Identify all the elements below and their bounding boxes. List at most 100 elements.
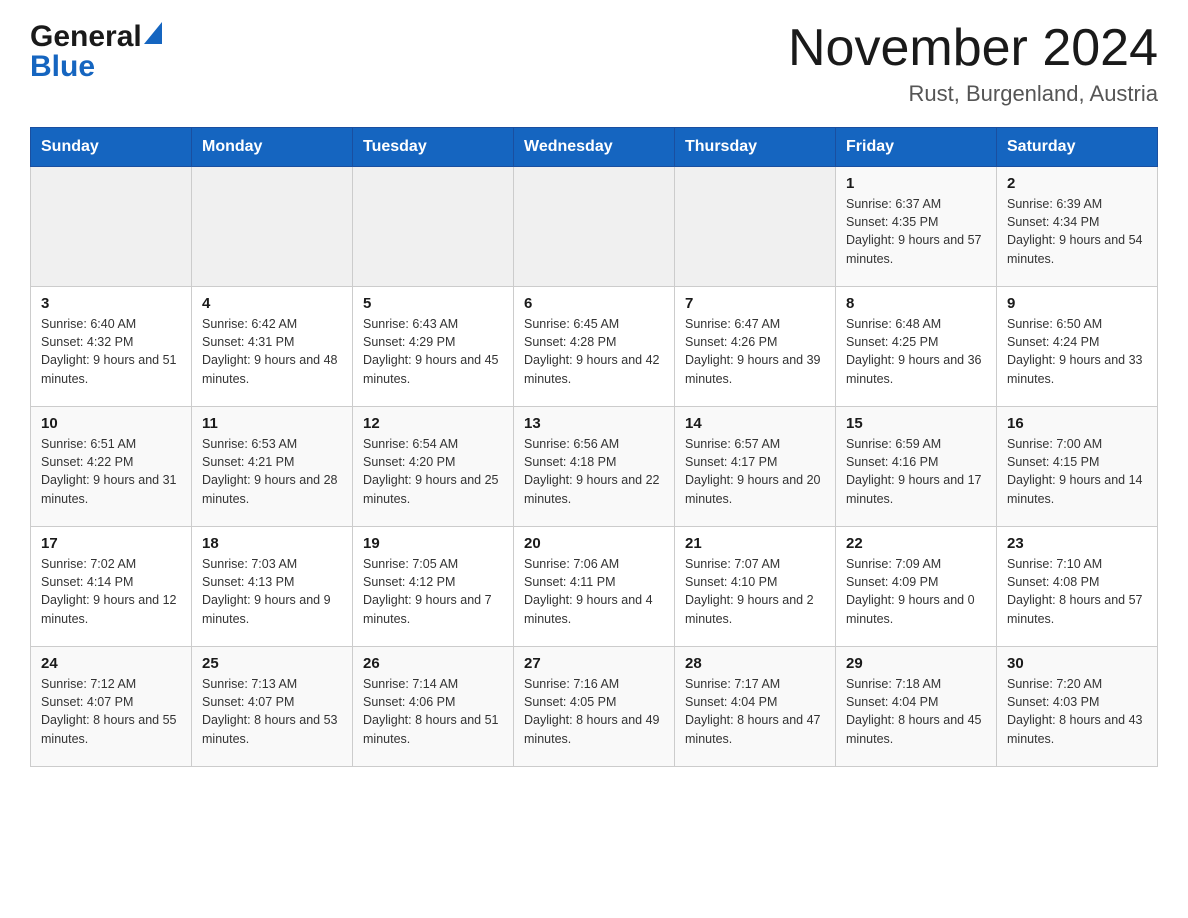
calendar-week-row: 10 Sunrise: 6:51 AM Sunset: 4:22 PM Dayli… bbox=[31, 407, 1158, 527]
header-tuesday: Tuesday bbox=[353, 128, 514, 167]
header-monday: Monday bbox=[192, 128, 353, 167]
day-number: 23 bbox=[1007, 535, 1147, 552]
day-number: 26 bbox=[363, 655, 503, 672]
day-info: Sunrise: 6:54 AM Sunset: 4:20 PM Dayligh… bbox=[363, 435, 503, 508]
day-number: 3 bbox=[41, 295, 181, 312]
day-number: 22 bbox=[846, 535, 986, 552]
day-info: Sunrise: 6:56 AM Sunset: 4:18 PM Dayligh… bbox=[524, 435, 664, 508]
day-info: Sunrise: 7:10 AM Sunset: 4:08 PM Dayligh… bbox=[1007, 555, 1147, 628]
header-wednesday: Wednesday bbox=[514, 128, 675, 167]
table-row: 24 Sunrise: 7:12 AM Sunset: 4:07 PM Dayli… bbox=[31, 647, 192, 767]
table-row: 21 Sunrise: 7:07 AM Sunset: 4:10 PM Dayli… bbox=[675, 527, 836, 647]
day-number: 29 bbox=[846, 655, 986, 672]
day-number: 28 bbox=[685, 655, 825, 672]
day-info: Sunrise: 6:40 AM Sunset: 4:32 PM Dayligh… bbox=[41, 315, 181, 388]
calendar-title: November 2024 bbox=[788, 20, 1158, 77]
day-info: Sunrise: 6:57 AM Sunset: 4:17 PM Dayligh… bbox=[685, 435, 825, 508]
day-number: 14 bbox=[685, 415, 825, 432]
table-row: 11Sunrise: 6:53 AM Sunset: 4:21 PM Dayli… bbox=[192, 407, 353, 527]
table-row: 12 Sunrise: 6:54 AM Sunset: 4:20 PM Dayli… bbox=[353, 407, 514, 527]
table-row bbox=[192, 167, 353, 287]
table-row: 29Sunrise: 7:18 AM Sunset: 4:04 PM Dayli… bbox=[836, 647, 997, 767]
logo-general-text: General bbox=[30, 20, 142, 54]
day-number: 7 bbox=[685, 295, 825, 312]
header-sunday: Sunday bbox=[31, 128, 192, 167]
table-row: 9 Sunrise: 6:50 AM Sunset: 4:24 PM Daylig… bbox=[997, 287, 1158, 407]
table-row bbox=[353, 167, 514, 287]
day-info: Sunrise: 6:42 AM Sunset: 4:31 PM Dayligh… bbox=[202, 315, 342, 388]
table-row: 7Sunrise: 6:47 AM Sunset: 4:26 PM Daylig… bbox=[675, 287, 836, 407]
day-info: Sunrise: 6:37 AM Sunset: 4:35 PM Dayligh… bbox=[846, 195, 986, 268]
table-row: 26 Sunrise: 7:14 AM Sunset: 4:06 PM Dayli… bbox=[353, 647, 514, 767]
day-info: Sunrise: 6:50 AM Sunset: 4:24 PM Dayligh… bbox=[1007, 315, 1147, 388]
day-info: Sunrise: 6:48 AM Sunset: 4:25 PM Dayligh… bbox=[846, 315, 986, 388]
table-row: 20Sunrise: 7:06 AM Sunset: 4:11 PM Dayli… bbox=[514, 527, 675, 647]
table-row: 23 Sunrise: 7:10 AM Sunset: 4:08 PM Dayli… bbox=[997, 527, 1158, 647]
table-row: 10 Sunrise: 6:51 AM Sunset: 4:22 PM Dayli… bbox=[31, 407, 192, 527]
day-number: 4 bbox=[202, 295, 342, 312]
day-info: Sunrise: 7:09 AM Sunset: 4:09 PM Dayligh… bbox=[846, 555, 986, 628]
day-info: Sunrise: 7:03 AM Sunset: 4:13 PM Dayligh… bbox=[202, 555, 342, 628]
table-row: 30 Sunrise: 7:20 AM Sunset: 4:03 PM Dayli… bbox=[997, 647, 1158, 767]
table-row: 4 Sunrise: 6:42 AM Sunset: 4:31 PM Daylig… bbox=[192, 287, 353, 407]
day-info: Sunrise: 7:20 AM Sunset: 4:03 PM Dayligh… bbox=[1007, 675, 1147, 748]
day-info: Sunrise: 6:51 AM Sunset: 4:22 PM Dayligh… bbox=[41, 435, 181, 508]
calendar-week-row: 3 Sunrise: 6:40 AM Sunset: 4:32 PM Daylig… bbox=[31, 287, 1158, 407]
day-info: Sunrise: 7:07 AM Sunset: 4:10 PM Dayligh… bbox=[685, 555, 825, 628]
table-row: 5 Sunrise: 6:43 AM Sunset: 4:29 PM Daylig… bbox=[353, 287, 514, 407]
day-number: 8 bbox=[846, 295, 986, 312]
day-info: Sunrise: 7:14 AM Sunset: 4:06 PM Dayligh… bbox=[363, 675, 503, 748]
day-info: Sunrise: 6:39 AM Sunset: 4:34 PM Dayligh… bbox=[1007, 195, 1147, 268]
table-row: 15 Sunrise: 6:59 AM Sunset: 4:16 PM Dayli… bbox=[836, 407, 997, 527]
table-row: 27 Sunrise: 7:16 AM Sunset: 4:05 PM Dayli… bbox=[514, 647, 675, 767]
calendar-week-row: 1 Sunrise: 6:37 AM Sunset: 4:35 PM Daylig… bbox=[31, 167, 1158, 287]
table-row: 1 Sunrise: 6:37 AM Sunset: 4:35 PM Daylig… bbox=[836, 167, 997, 287]
day-info: Sunrise: 7:12 AM Sunset: 4:07 PM Dayligh… bbox=[41, 675, 181, 748]
calendar-week-row: 24 Sunrise: 7:12 AM Sunset: 4:07 PM Dayli… bbox=[31, 647, 1158, 767]
table-row bbox=[675, 167, 836, 287]
day-info: Sunrise: 7:16 AM Sunset: 4:05 PM Dayligh… bbox=[524, 675, 664, 748]
table-row: 13Sunrise: 6:56 AM Sunset: 4:18 PM Dayli… bbox=[514, 407, 675, 527]
table-row bbox=[31, 167, 192, 287]
table-row: 2Sunrise: 6:39 AM Sunset: 4:34 PM Daylig… bbox=[997, 167, 1158, 287]
day-info: Sunrise: 6:43 AM Sunset: 4:29 PM Dayligh… bbox=[363, 315, 503, 388]
day-number: 10 bbox=[41, 415, 181, 432]
table-row: 25Sunrise: 7:13 AM Sunset: 4:07 PM Dayli… bbox=[192, 647, 353, 767]
day-number: 16 bbox=[1007, 415, 1147, 432]
table-row: 16Sunrise: 7:00 AM Sunset: 4:15 PM Dayli… bbox=[997, 407, 1158, 527]
day-number: 21 bbox=[685, 535, 825, 552]
day-number: 18 bbox=[202, 535, 342, 552]
calendar-title-area: November 2024 Rust, Burgenland, Austria bbox=[788, 20, 1158, 107]
table-row: 3 Sunrise: 6:40 AM Sunset: 4:32 PM Daylig… bbox=[31, 287, 192, 407]
day-number: 1 bbox=[846, 175, 986, 192]
weekday-header-row: Sunday Monday Tuesday Wednesday Thursday… bbox=[31, 128, 1158, 167]
day-info: Sunrise: 7:06 AM Sunset: 4:11 PM Dayligh… bbox=[524, 555, 664, 628]
logo: General Blue bbox=[30, 20, 162, 84]
day-number: 5 bbox=[363, 295, 503, 312]
day-number: 27 bbox=[524, 655, 664, 672]
table-row: 6 Sunrise: 6:45 AM Sunset: 4:28 PM Daylig… bbox=[514, 287, 675, 407]
table-row: 19Sunrise: 7:05 AM Sunset: 4:12 PM Dayli… bbox=[353, 527, 514, 647]
day-number: 15 bbox=[846, 415, 986, 432]
day-number: 24 bbox=[41, 655, 181, 672]
day-number: 6 bbox=[524, 295, 664, 312]
day-info: Sunrise: 6:45 AM Sunset: 4:28 PM Dayligh… bbox=[524, 315, 664, 388]
table-row: 14 Sunrise: 6:57 AM Sunset: 4:17 PM Dayli… bbox=[675, 407, 836, 527]
logo-blue-text: Blue bbox=[30, 50, 95, 84]
day-number: 9 bbox=[1007, 295, 1147, 312]
day-number: 30 bbox=[1007, 655, 1147, 672]
day-number: 19 bbox=[363, 535, 503, 552]
day-info: Sunrise: 7:17 AM Sunset: 4:04 PM Dayligh… bbox=[685, 675, 825, 748]
day-info: Sunrise: 7:13 AM Sunset: 4:07 PM Dayligh… bbox=[202, 675, 342, 748]
day-number: 17 bbox=[41, 535, 181, 552]
day-number: 12 bbox=[363, 415, 503, 432]
table-row: 18 Sunrise: 7:03 AM Sunset: 4:13 PM Dayli… bbox=[192, 527, 353, 647]
calendar-subtitle: Rust, Burgenland, Austria bbox=[788, 81, 1158, 107]
table-row: 8 Sunrise: 6:48 AM Sunset: 4:25 PM Daylig… bbox=[836, 287, 997, 407]
table-row: 22 Sunrise: 7:09 AM Sunset: 4:09 PM Dayli… bbox=[836, 527, 997, 647]
table-row: 28 Sunrise: 7:17 AM Sunset: 4:04 PM Dayli… bbox=[675, 647, 836, 767]
header-saturday: Saturday bbox=[997, 128, 1158, 167]
day-info: Sunrise: 6:59 AM Sunset: 4:16 PM Dayligh… bbox=[846, 435, 986, 508]
logo-triangle-icon bbox=[144, 22, 162, 44]
table-row: 17Sunrise: 7:02 AM Sunset: 4:14 PM Dayli… bbox=[31, 527, 192, 647]
